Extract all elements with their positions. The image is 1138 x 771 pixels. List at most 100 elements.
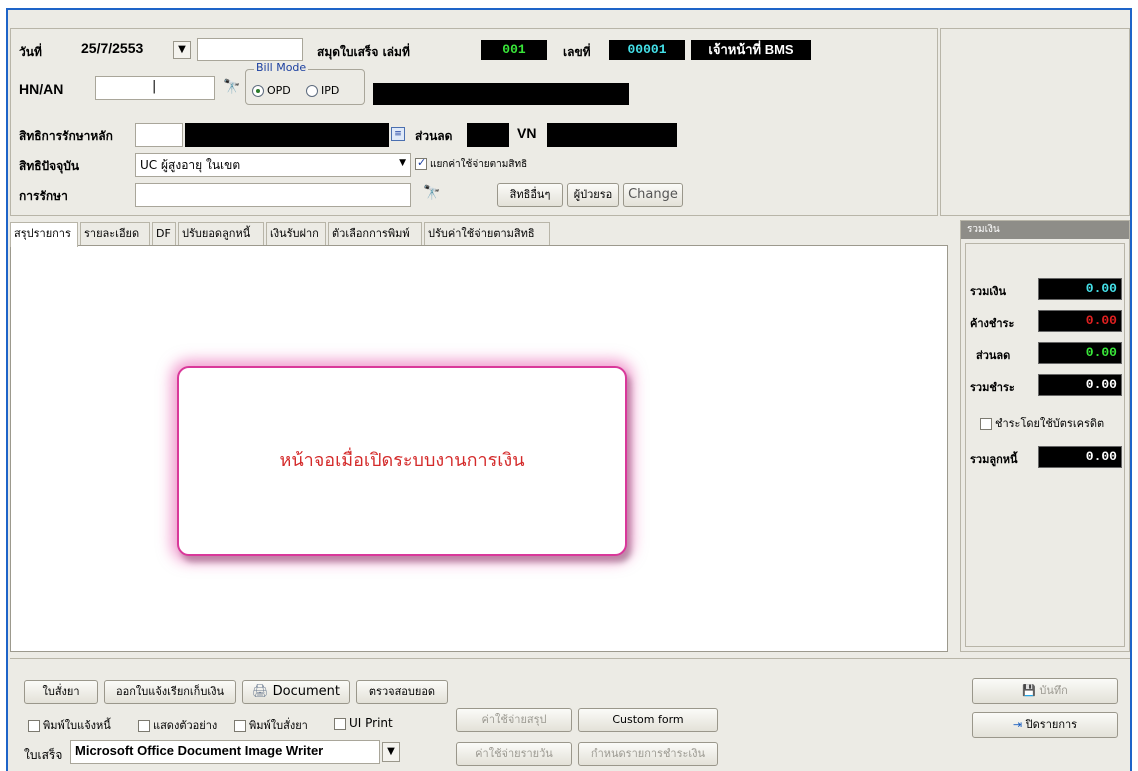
waiting-patients-button[interactable]: ผู้ป่วยรอ bbox=[567, 183, 619, 207]
close-label: ปิดรายการ bbox=[1025, 718, 1078, 731]
receipt-number: 00001 bbox=[609, 40, 685, 60]
footer-divider bbox=[10, 658, 1130, 659]
checkbox-icon bbox=[234, 720, 246, 732]
show-example-label: แสดงตัวอย่าง bbox=[153, 719, 218, 732]
print-invoice-label: พิมพ์ใบแจ้งหนี้ bbox=[43, 719, 111, 732]
vn-label: VN bbox=[517, 125, 537, 141]
debtor-value: 0.00 bbox=[1038, 446, 1122, 468]
date-dropdown-icon[interactable]: ▼ bbox=[173, 41, 191, 59]
document-label: Document bbox=[272, 684, 340, 699]
print-invoice-checkbox[interactable]: พิมพ์ใบแจ้งหนี้ bbox=[28, 716, 111, 734]
floppy-icon: 💾 bbox=[1022, 684, 1036, 697]
current-right-label: สิทธิปัจจุบัน bbox=[19, 159, 80, 173]
daily-expense-button[interactable]: ค่าใช้จ่ายรายวัน bbox=[456, 742, 572, 766]
ui-print-label: UI Print bbox=[349, 716, 393, 730]
save-label: บันทึก bbox=[1039, 684, 1068, 697]
total-value: 0.00 bbox=[1038, 278, 1122, 300]
save-button[interactable]: 💾 บันทึก bbox=[972, 678, 1118, 704]
close-button[interactable]: ⇥ ปิดรายการ bbox=[972, 712, 1118, 738]
exit-door-icon: ⇥ bbox=[1012, 718, 1023, 731]
officer-badge: เจ้าหน้าที่ BMS bbox=[691, 40, 811, 60]
tab-df[interactable]: DF bbox=[152, 222, 176, 246]
summary-discount-label: ส่วนลด bbox=[976, 349, 1011, 362]
bill-mode-label: Bill Mode bbox=[254, 61, 309, 74]
total-label: รวมเงิน bbox=[970, 285, 1006, 298]
time-field[interactable] bbox=[197, 38, 303, 61]
main-right-label: สิทธิการรักษาหลัก bbox=[19, 129, 113, 143]
binoculars-icon[interactable]: 🔭 bbox=[223, 79, 240, 95]
split-expense-checkbox[interactable]: แยกค่าใช้จ่ายตามสิทธิ bbox=[415, 156, 528, 172]
bill-mode-opd[interactable]: OPD bbox=[252, 84, 291, 97]
checkbox-icon bbox=[980, 418, 992, 430]
summary-discount-value: 0.00 bbox=[1038, 342, 1122, 364]
discount-label: ส่วนลด bbox=[415, 129, 453, 143]
vn-field bbox=[547, 123, 677, 147]
treatment-label: การรักษา bbox=[19, 189, 68, 203]
expense-summary-button[interactable]: ค่าใช้จ่ายสรุป bbox=[456, 708, 572, 732]
notes-icon[interactable]: ≡ bbox=[391, 127, 405, 141]
invoice-button[interactable]: ออกใบแจ้งเรียกเก็บเงิน bbox=[104, 680, 236, 704]
check-icon bbox=[415, 156, 427, 170]
patient-name-field bbox=[373, 83, 629, 105]
checkbox-icon bbox=[334, 717, 346, 730]
header-right-panel bbox=[940, 28, 1130, 216]
radio-icon bbox=[306, 85, 318, 97]
main-right-code[interactable] bbox=[135, 123, 183, 147]
tab-print-options[interactable]: ตัวเลือกการพิมพ์ bbox=[328, 222, 422, 246]
summary-inner: รวมเงิน 0.00 ค้างชำระ 0.00 ส่วนลด 0.00 ร… bbox=[965, 243, 1125, 647]
summary-panel: รวมเงิน รวมเงิน 0.00 ค้างชำระ 0.00 ส่วนล… bbox=[960, 220, 1130, 652]
bill-mode-group: Bill Mode OPD IPD bbox=[245, 61, 365, 105]
chevron-down-icon[interactable]: ▼ bbox=[382, 742, 400, 762]
receipt-label: ใบเสร็จ bbox=[24, 748, 63, 762]
paid-value: 0.00 bbox=[1038, 374, 1122, 396]
welcome-message: หน้าจอเมื่อเปิดระบบงานการเงิน bbox=[177, 366, 627, 556]
bill-mode-ipd[interactable]: IPD bbox=[306, 84, 339, 97]
hn-label: HN/AN bbox=[19, 81, 64, 97]
debtor-label: รวมลูกหนี้ bbox=[970, 453, 1018, 466]
header-panel: วันที่ 25/7/2553 ▼ สมุดใบเสร็จ เล่มที่ 0… bbox=[10, 28, 938, 216]
split-expense-label: แยกค่าใช้จ่ายตามสิทธิ bbox=[430, 159, 528, 170]
print-prescription-checkbox[interactable]: พิมพ์ใบสั่งยา bbox=[234, 716, 308, 734]
tab-details[interactable]: รายละเอียด bbox=[80, 222, 150, 246]
binoculars-icon[interactable]: 🔭 bbox=[423, 185, 440, 201]
checkbox-icon bbox=[28, 720, 40, 732]
checkbox-icon bbox=[138, 720, 150, 732]
current-right-value: UC ผู้สูงอายุ ในเขต bbox=[140, 158, 241, 172]
ipd-label: IPD bbox=[321, 84, 340, 97]
discount-field bbox=[467, 123, 509, 147]
check-total-button[interactable]: ตรวจสอบยอด bbox=[356, 680, 448, 704]
tab-deposit[interactable]: เงินรับฝาก bbox=[266, 222, 326, 246]
treatment-input[interactable] bbox=[135, 183, 411, 207]
main-right-name bbox=[185, 123, 389, 147]
tab-adjust-expense[interactable]: ปรับค่าใช้จ่ายตามสิทธิ bbox=[424, 222, 550, 246]
current-right-select[interactable]: UC ผู้สูงอายุ ในเขต ▼ bbox=[135, 153, 411, 177]
show-example-checkbox[interactable]: แสดงตัวอย่าง bbox=[138, 716, 217, 734]
hn-value: | bbox=[152, 79, 157, 94]
summary-title: รวมเงิน bbox=[961, 221, 1129, 239]
outstanding-value: 0.00 bbox=[1038, 310, 1122, 332]
opd-label: OPD bbox=[267, 84, 291, 97]
tab-summary[interactable]: สรุปรายการ bbox=[10, 222, 78, 247]
hn-input[interactable]: | bbox=[95, 76, 215, 100]
number-label: เลขที่ bbox=[563, 45, 591, 59]
printer-value: Microsoft Office Document Image Writer bbox=[75, 743, 324, 758]
payment-schedule-button[interactable]: กำหนดรายการชำระเงิน bbox=[578, 742, 718, 766]
billing-window: วันที่ 25/7/2553 ▼ สมุดใบเสร็จ เล่มที่ 0… bbox=[6, 8, 1132, 771]
date-label: วันที่ bbox=[19, 45, 42, 59]
tab-adjust-debtor[interactable]: ปรับยอดลูกหนี้ bbox=[178, 222, 264, 246]
printer-select[interactable]: Microsoft Office Document Image Writer bbox=[70, 740, 380, 764]
chevron-down-icon: ▼ bbox=[399, 158, 406, 168]
print-prescription-label: พิมพ์ใบสั่งยา bbox=[249, 719, 308, 732]
custom-form-button[interactable]: Custom form bbox=[578, 708, 718, 732]
book-number: 001 bbox=[481, 40, 547, 60]
summary-content: หน้าจอเมื่อเปิดระบบงานการเงิน bbox=[10, 245, 948, 652]
ui-print-checkbox[interactable]: UI Print bbox=[334, 716, 393, 730]
prescription-button[interactable]: ใบสั่งยา bbox=[24, 680, 98, 704]
other-rights-button[interactable]: สิทธิอื่นๆ bbox=[497, 183, 563, 207]
date-value: 25/7/2553 bbox=[81, 40, 144, 56]
document-button[interactable]: 🖨 Document bbox=[242, 680, 350, 704]
credit-card-checkbox[interactable]: ชำระโดยใช้บัตรเครดิต bbox=[980, 414, 1104, 432]
change-button[interactable]: Change bbox=[623, 183, 683, 207]
printer-icon: 🖨 bbox=[251, 684, 269, 699]
paid-label: รวมชำระ bbox=[970, 381, 1015, 394]
